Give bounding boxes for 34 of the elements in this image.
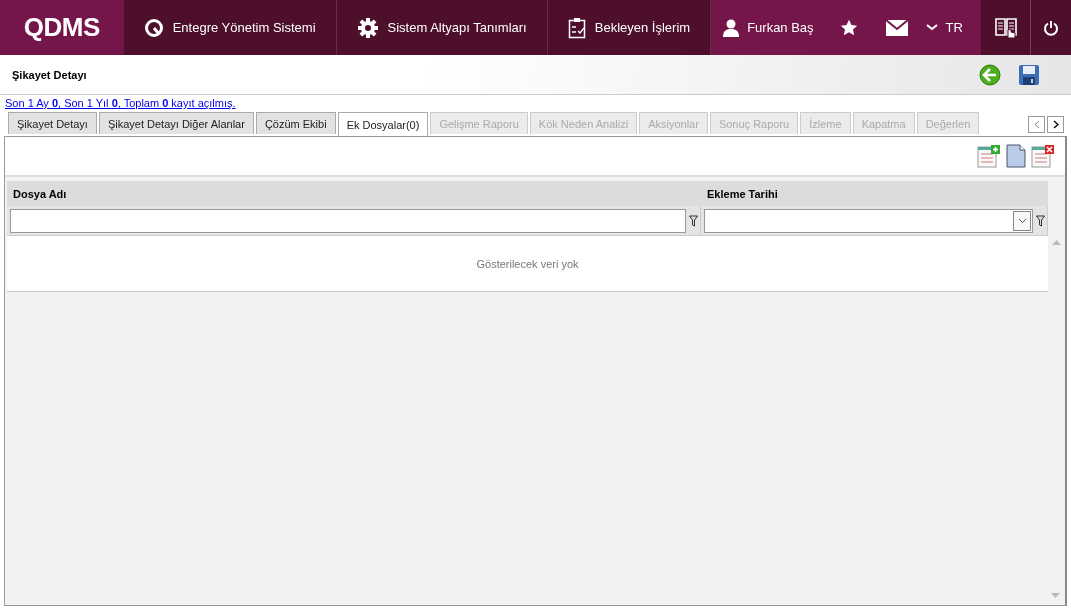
tab[interactable]: Ek Dosyalar(0) — [337, 112, 429, 136]
back-icon[interactable] — [979, 63, 1001, 86]
language-selector[interactable]: TR — [945, 20, 963, 35]
chevron-down-icon — [1017, 217, 1027, 224]
delete-row-icon[interactable] — [1031, 144, 1055, 168]
tab[interactable]: Şikayet Detayı — [8, 112, 97, 134]
chevron-left-icon — [1033, 120, 1040, 129]
filter-icon[interactable] — [1036, 214, 1046, 227]
chevron-down-icon[interactable] — [925, 24, 938, 31]
stats-link[interactable]: Son 1 Ay 0, Son 1 Yıl 0, Toplam 0 kayıt açılmış. — [5, 97, 236, 109]
star-icon[interactable] — [839, 18, 858, 37]
power-icon[interactable] — [1043, 19, 1060, 36]
filter-field[interactable] — [10, 208, 686, 233]
filter-field[interactable] — [704, 208, 1034, 233]
filter-icon[interactable] — [689, 214, 698, 227]
empty-message: Gösterilecek veri yok — [476, 257, 579, 270]
tab[interactable]: Şikayet Detayı Diğer Alanlar — [98, 112, 254, 134]
q-circle-icon — [143, 17, 164, 38]
user-name[interactable]: Furkan Baş — [747, 20, 814, 35]
book-icon[interactable] — [993, 15, 1018, 40]
mail-icon[interactable] — [885, 19, 908, 36]
settings-icon — [356, 16, 379, 39]
tab[interactable]: Çözüm Ekibi — [255, 112, 336, 134]
logo[interactable]: QDMS — [0, 0, 124, 55]
document-icon[interactable] — [1005, 144, 1027, 168]
page-title: Şikayet Detayı — [12, 68, 88, 81]
save-icon[interactable] — [1019, 64, 1039, 85]
chevron-right-icon — [1052, 120, 1059, 129]
column-header[interactable]: Ekleme Tarihi — [701, 187, 1049, 200]
scroll-right-button[interactable] — [1047, 116, 1064, 133]
add-row-icon[interactable] — [977, 144, 1001, 168]
clipboard-icon — [567, 16, 586, 39]
user-icon — [723, 18, 740, 37]
column-header[interactable]: Dosya Adı — [7, 187, 701, 200]
